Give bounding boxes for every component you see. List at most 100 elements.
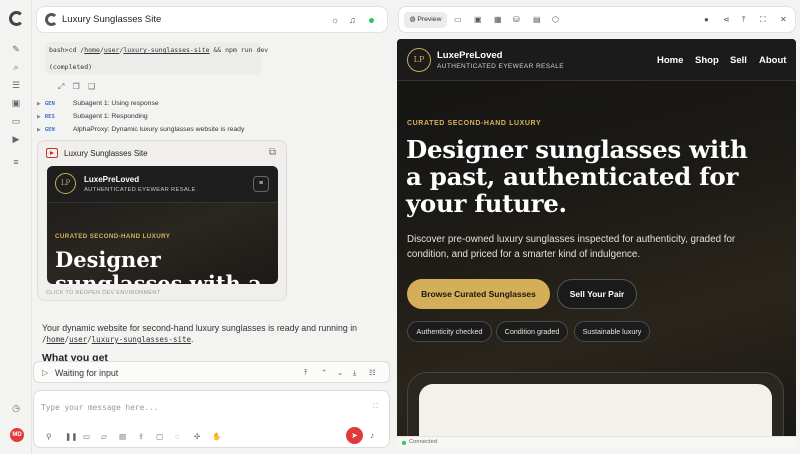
app-logo-icon[interactable]: [9, 11, 24, 26]
hero-description: Discover pre-owned luxury sunglasses ins…: [407, 234, 736, 260]
thumbnail-eyebrow: CURATED SECOND-HAND LUXURY: [55, 233, 171, 240]
hand-icon[interactable]: ✋: [212, 432, 221, 441]
github-icon[interactable]: ●: [704, 15, 709, 25]
site-brand-tagline: AUTHENTICATED EYEWEAR RESALE: [437, 63, 565, 70]
new-chat-icon[interactable]: ✎: [11, 44, 21, 54]
status-text: Waiting for input: [55, 368, 119, 378]
reopen-label[interactable]: CLICK TO REOPEN DEV ENVIRONMENT: [46, 290, 160, 296]
grid-icon[interactable]: ▦: [494, 15, 502, 25]
featured-card: [419, 384, 772, 436]
log-line[interactable]: ▶ RES Subagent 1: Responding: [37, 113, 148, 120]
scroll-down-icon[interactable]: ⌄: [337, 368, 343, 377]
user-avatar[interactable]: MD: [10, 428, 24, 442]
card-title: Luxury Sunglasses Site: [64, 149, 148, 158]
browse-button[interactable]: Browse Curated Sunglasses: [407, 279, 550, 309]
app-logo-icon: [45, 13, 58, 26]
site-logo[interactable]: LP: [407, 48, 431, 72]
close-icon[interactable]: ✕: [780, 15, 787, 25]
open-external-icon[interactable]: ⧉: [269, 147, 276, 158]
filter-icon[interactable]: ☷: [369, 368, 376, 377]
nav-link-home[interactable]: Home: [657, 55, 683, 66]
thumbnail-hero: Designer sunglasses with a past: [55, 247, 262, 285]
share-icon[interactable]: ⋖: [723, 15, 730, 25]
camera-icon[interactable]: ▭: [83, 432, 90, 441]
project-path: /home/user/luxury-sunglasses-site: [42, 335, 192, 344]
layout-icon[interactable]: ▤: [533, 15, 541, 25]
nav-link-about[interactable]: About: [759, 55, 786, 66]
scroll-bottom-icon[interactable]: ⤓: [353, 368, 356, 378]
scroll-top-icon[interactable]: ⤒: [304, 368, 307, 378]
files-icon[interactable]: ▭: [454, 15, 462, 25]
video-icon[interactable]: ▶: [11, 134, 21, 144]
pause-icon[interactable]: ❚❚: [65, 432, 78, 441]
sell-button[interactable]: Sell Your Pair: [557, 279, 637, 309]
fullscreen-icon[interactable]: ⛶: [760, 15, 766, 25]
feature-chip: Sustainable luxury: [574, 321, 650, 342]
send-button[interactable]: ➤: [346, 427, 363, 444]
terminal-actions: ⤢ ❐ ❏: [58, 82, 101, 92]
inbox-icon[interactable]: ▣: [11, 98, 21, 108]
connection-status: Connected: [397, 436, 796, 448]
connection-label: Connected: [409, 438, 438, 445]
chat-header: Luxury Sunglasses Site ☼ ♫: [36, 6, 388, 33]
terminal-icon[interactable]: ▣: [474, 15, 482, 25]
expand-icon[interactable]: ⤢: [58, 82, 64, 91]
chat-title: Luxury Sunglasses Site: [62, 14, 162, 25]
settings-icon[interactable]: ✣: [194, 432, 200, 441]
online-status-dot: [369, 18, 374, 23]
hamburger-menu-icon: ≡: [253, 176, 269, 192]
log-line[interactable]: ▶ GEN AlphaProxy: Dynamic luxury sunglasse…: [37, 126, 244, 133]
brand-logo: LP: [55, 173, 76, 194]
nav-link-sell[interactable]: Sell: [730, 55, 747, 66]
copy-icon[interactable]: ❐: [73, 82, 80, 91]
save-icon[interactable]: ▤: [119, 432, 126, 441]
database-icon[interactable]: ⛁: [513, 15, 520, 25]
history-icon[interactable]: ◷: [11, 403, 21, 413]
preview-tab[interactable]: ◍ Preview: [404, 12, 447, 28]
chat-bubble-icon[interactable]: ◌: [175, 432, 179, 441]
copy-output-icon[interactable]: ❏: [88, 82, 95, 91]
search-icon[interactable]: ⌕: [11, 62, 21, 72]
deploy-icon[interactable]: ⤒: [742, 15, 746, 25]
site-preview-card[interactable]: Luxury Sunglasses Site ⧉ LP LuxePreLoved…: [37, 140, 287, 301]
terminal-output: bash>cd /home/user/luxury-sunglasses-sit…: [45, 42, 269, 74]
brand-name: LuxePreLoved: [84, 175, 140, 184]
window-icon[interactable]: ▢: [156, 432, 163, 441]
website-preview: LP LuxePreLoved AUTHENTICATED EYEWEAR RE…: [397, 39, 796, 436]
expand-input-icon[interactable]: ⛶: [373, 403, 378, 411]
folder-icon[interactable]: ▱: [101, 432, 107, 441]
sliders-icon[interactable]: ☰: [11, 80, 21, 90]
hero-heading: Designer sunglasses with a past, authent…: [406, 135, 748, 218]
folder-icon[interactable]: ▭: [11, 116, 21, 126]
notification-bell-icon[interactable]: ♫: [349, 15, 356, 25]
tasks-icon[interactable]: ≡: [11, 157, 21, 167]
log-line[interactable]: ▶ GEN Subagent 1: Using response: [37, 100, 159, 107]
scroll-up-icon[interactable]: ⌃: [321, 368, 327, 377]
site-brand-name[interactable]: LuxePreLoved: [437, 50, 502, 61]
message-composer[interactable]: Type your message here... ⛶ ⚲ ❚❚ ▭ ▱ ▤ ⇪…: [33, 390, 390, 448]
thumbnail-navbar: LP LuxePreLoved AUTHENTICATED EYEWEAR RE…: [47, 166, 278, 203]
hero-eyebrow: CURATED SECOND-HAND LUXURY: [407, 120, 542, 127]
expand-arrow-icon: ▶: [37, 101, 41, 107]
assistant-message: Your dynamic website for second-hand lux…: [42, 323, 358, 344]
preview-toolbar: ◍ Preview ▭ ▣ ▦ ⛁ ▤ ⬡ ● ⋖ ⤒ ⛶ ✕: [398, 6, 796, 33]
play-icon: ▷: [42, 368, 49, 377]
message-input[interactable]: Type your message here...: [41, 403, 158, 412]
feature-chip: Authenticity checked: [407, 321, 492, 342]
expand-arrow-icon: ▶: [37, 114, 41, 120]
package-icon[interactable]: ⬡: [552, 15, 559, 25]
terminal-status: (completed): [49, 63, 93, 71]
theme-toggle-icon[interactable]: ☼: [331, 15, 339, 25]
site-navbar: LP LuxePreLoved AUTHENTICATED EYEWEAR RE…: [397, 39, 796, 81]
terminal-command: bash>cd /home/user/luxury-sunglasses-sit…: [49, 46, 269, 54]
app-rail: ✎ ⌕ ☰ ▣ ▭ ▶ ≡ ◷ MD: [0, 0, 32, 454]
brand-tagline: AUTHENTICATED EYEWEAR RESALE: [84, 187, 196, 193]
video-play-icon: [46, 148, 58, 158]
microphone-icon[interactable]: ♪: [370, 431, 374, 440]
attach-icon[interactable]: ⚲: [46, 432, 52, 441]
connected-dot: [402, 441, 406, 445]
expand-arrow-icon: ▶: [37, 127, 41, 133]
upload-icon[interactable]: ⇪: [138, 432, 144, 441]
site-thumbnail[interactable]: LP LuxePreLoved AUTHENTICATED EYEWEAR RE…: [47, 166, 278, 284]
nav-link-shop[interactable]: Shop: [695, 55, 719, 66]
